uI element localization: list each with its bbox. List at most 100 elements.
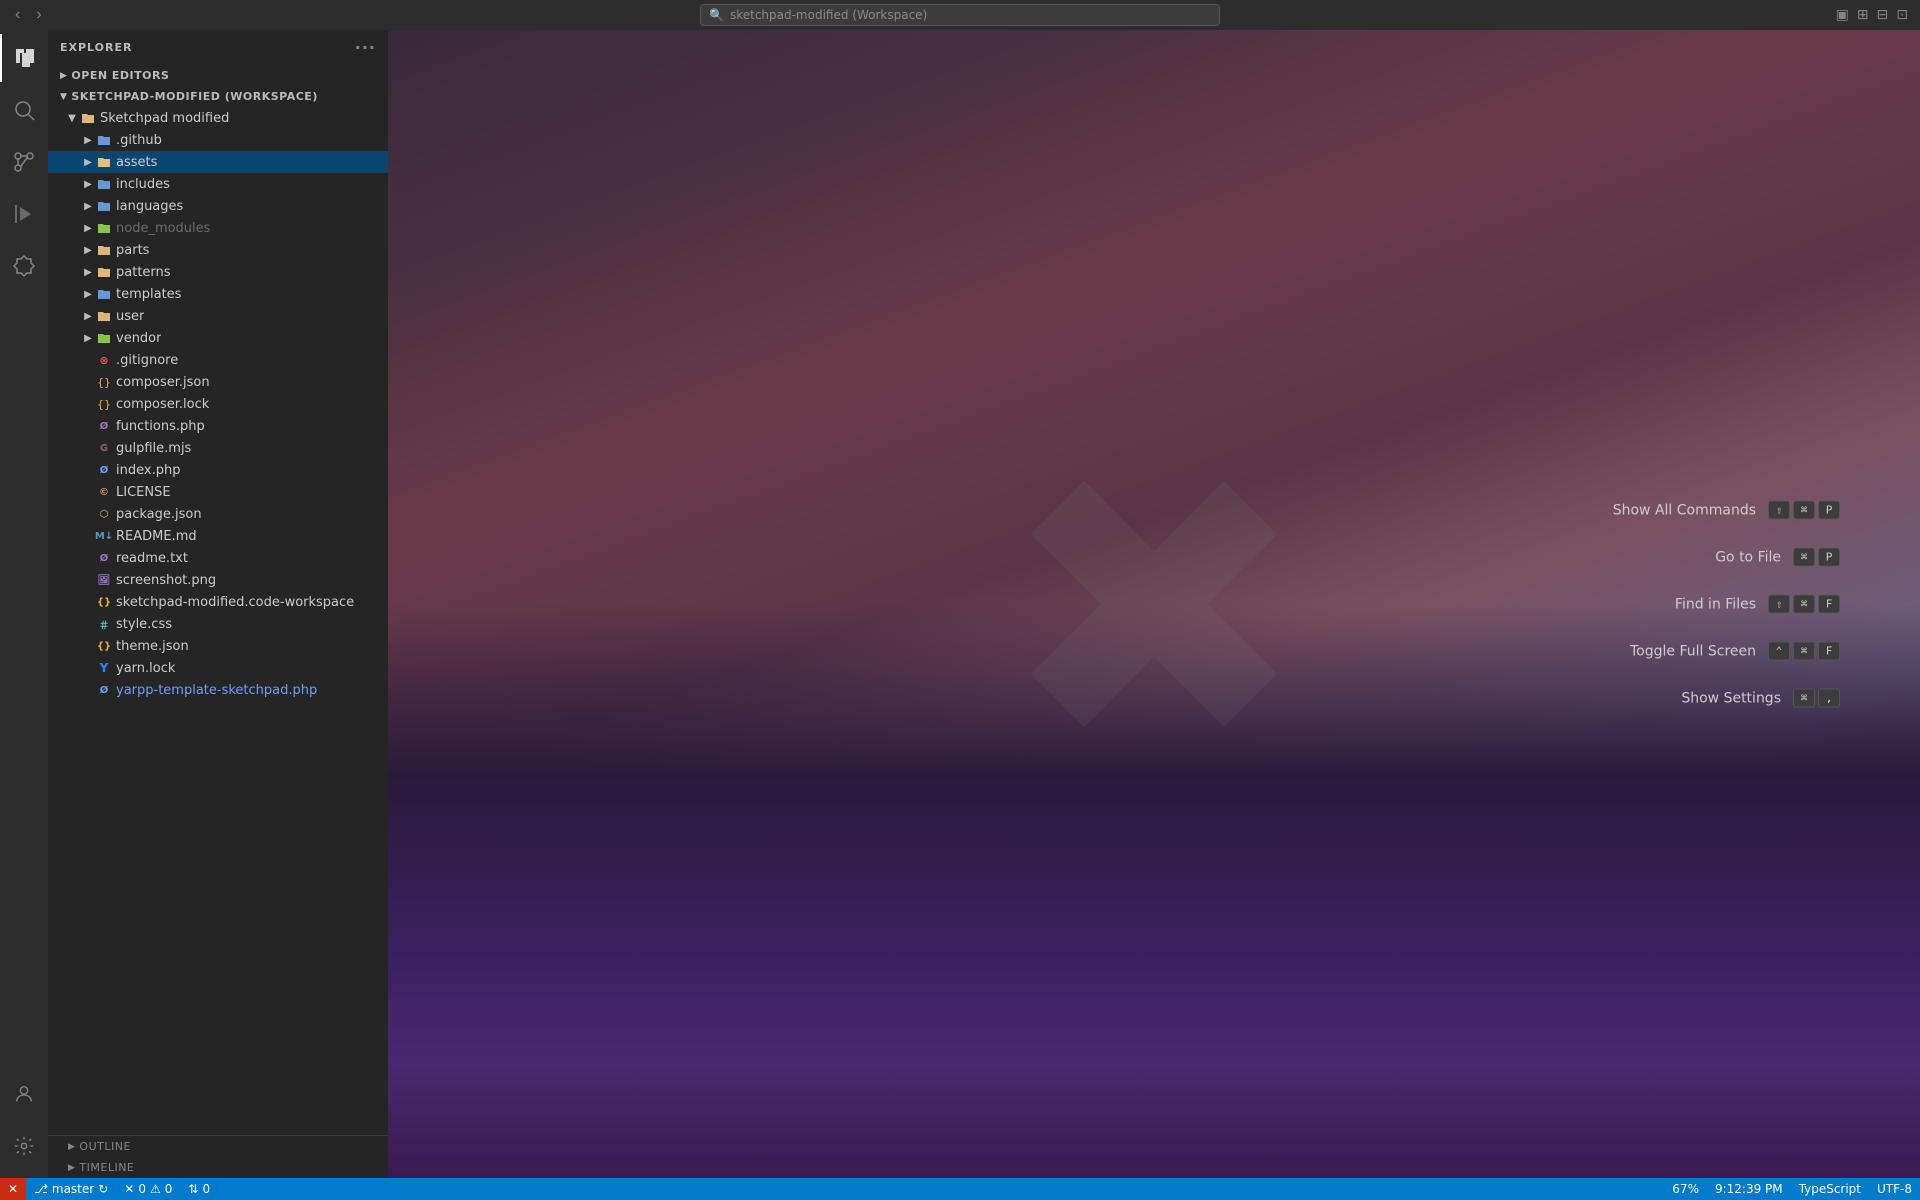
root-arrow: ▼ — [64, 113, 80, 124]
tree-item-package-json[interactable]: ▶ ⬡ package.json — [48, 503, 388, 525]
tree-item-workspace-file[interactable]: ▶ {} sketchpad-modified.code-workspace — [48, 591, 388, 613]
tree-item-vendor[interactable]: ▶ vendor — [48, 327, 388, 349]
readme-txt-icon: Ø — [96, 550, 112, 566]
composer-lock-label: composer.lock — [116, 397, 209, 412]
key-cmd-2: ⌘ — [1793, 548, 1815, 567]
statusbar-errors[interactable]: ✕ 0 ⚠ 0 — [116, 1178, 180, 1200]
activity-item-run[interactable] — [0, 190, 48, 238]
root-label: Sketchpad modified — [100, 111, 229, 126]
tree-item-languages[interactable]: ▶ languages — [48, 195, 388, 217]
workspace-file-label: sketchpad-modified.code-workspace — [116, 595, 354, 610]
tree-item-gitignore[interactable]: ▶ ⊗ .gitignore — [48, 349, 388, 371]
tree-item-index-php[interactable]: ▶ Ø index.php — [48, 459, 388, 481]
statusbar: ✕ ⎇ master ↻ ✕ 0 ⚠ 0 ⇅ 0 67% 9:12:39 PM … — [0, 1178, 1920, 1200]
error-icon: ✕ — [8, 1182, 18, 1196]
tree-item-node-modules[interactable]: ▶ node_modules — [48, 217, 388, 239]
sidebar-header-icons: ··· — [355, 38, 376, 57]
workspace-section[interactable]: ▼ Sketchpad-Modified (Workspace) — [48, 86, 388, 107]
open-editors-arrow: ▶ — [60, 71, 67, 81]
tree-root[interactable]: ▼ Sketchpad modified — [48, 107, 388, 129]
tree-item-composer-lock[interactable]: ▶ {} composer.lock — [48, 393, 388, 415]
user-label: user — [116, 309, 144, 324]
titlebar: ‹ › 🔍 sketchpad-modified (Workspace) ▣ ⊞… — [0, 0, 1920, 30]
key-cmd-3: ⌘ — [1793, 595, 1815, 614]
activity-item-extensions[interactable] — [0, 242, 48, 290]
tree-item-templates[interactable]: ▶ templates — [48, 283, 388, 305]
more-icon[interactable]: ··· — [355, 38, 376, 57]
index-php-icon: Ø — [96, 462, 112, 478]
sync-icon: ↻ — [98, 1182, 108, 1196]
workspace-file-icon: {} — [96, 594, 112, 610]
show-settings-keys: ⌘ , — [1793, 689, 1840, 708]
key-shift: ⇧ — [1768, 501, 1790, 520]
statusbar-zoom[interactable]: 67% — [1664, 1178, 1707, 1200]
outline-label: Outline — [79, 1140, 130, 1153]
activity-item-source-control[interactable] — [0, 138, 48, 186]
timeline-arrow: ▶ — [68, 1163, 75, 1173]
vendor-folder-icon — [96, 330, 112, 346]
vendor-label: vendor — [116, 331, 161, 346]
readme-md-icon: M↓ — [96, 528, 112, 544]
key-f: F — [1818, 595, 1840, 614]
tree-item-github[interactable]: ▶ .github — [48, 129, 388, 151]
forward-button[interactable]: › — [31, 4, 46, 26]
tree-item-screenshot[interactable]: ▶ 🖼 screenshot.png — [48, 569, 388, 591]
tree-item-style-css[interactable]: ▶ ＃ style.css — [48, 613, 388, 635]
tree-item-yarn-lock[interactable]: ▶ Y yarn.lock — [48, 657, 388, 679]
license-icon: © — [96, 484, 112, 500]
outline-panel[interactable]: ▶ Outline — [48, 1136, 388, 1157]
show-settings-label: Show Settings — [1681, 690, 1781, 706]
tree-item-license[interactable]: ▶ © LICENSE — [48, 481, 388, 503]
functions-php-label: functions.php — [116, 419, 205, 434]
tree-item-includes[interactable]: ▶ includes — [48, 173, 388, 195]
activity-item-accounts[interactable] — [0, 1070, 48, 1118]
show-settings: Show Settings ⌘ , — [1681, 689, 1840, 708]
titlebar-nav: ‹ › — [10, 4, 47, 26]
outline-arrow: ▶ — [68, 1142, 75, 1152]
activity-item-explorer[interactable] — [0, 34, 48, 82]
license-label: LICENSE — [116, 485, 171, 500]
warnings-icon: ⚠ — [150, 1182, 161, 1196]
statusbar-branch[interactable]: ⎇ master ↻ — [26, 1178, 116, 1200]
key-p-2: P — [1818, 548, 1840, 567]
tree-item-user[interactable]: ▶ user — [48, 305, 388, 327]
tree-item-readme-md[interactable]: ▶ M↓ README.md — [48, 525, 388, 547]
time-value: 9:12:39 PM — [1715, 1182, 1783, 1196]
titlebar-icons: ▣ ⊞ ⊟ ⊡ — [1836, 7, 1908, 23]
tree-item-composer-json[interactable]: ▶ {} composer.json — [48, 371, 388, 393]
layout-icon-1[interactable]: ▣ — [1836, 7, 1849, 23]
open-editors-section[interactable]: ▶ Open Editors — [48, 65, 388, 86]
statusbar-language[interactable]: TypeScript — [1791, 1178, 1869, 1200]
tree-item-theme-json[interactable]: ▶ {} theme.json — [48, 635, 388, 657]
vscode-logo — [1014, 464, 1294, 744]
back-button[interactable]: ‹ — [10, 4, 25, 26]
layout-icon-4[interactable]: ⊡ — [1896, 7, 1908, 23]
timeline-panel[interactable]: ▶ Timeline — [48, 1157, 388, 1178]
workspace-arrow: ▼ — [60, 92, 67, 102]
encoding-value: UTF-8 — [1877, 1182, 1912, 1196]
tree-item-assets[interactable]: ▶ assets — [48, 151, 388, 173]
tree-item-gulpfile[interactable]: ▶ G gulpfile.mjs — [48, 437, 388, 459]
layout-icon-2[interactable]: ⊞ — [1857, 7, 1869, 23]
includes-label: includes — [116, 177, 170, 192]
statusbar-encoding[interactable]: UTF-8 — [1869, 1178, 1920, 1200]
statusbar-remote[interactable]: ⇅ 0 — [180, 1178, 218, 1200]
tree-item-yarpp-php[interactable]: ▶ Ø yarpp-template-sketchpad.php — [48, 679, 388, 701]
templates-folder-icon — [96, 286, 112, 302]
style-css-icon: ＃ — [96, 616, 112, 632]
statusbar-left: ✕ ⎇ master ↻ ✕ 0 ⚠ 0 ⇅ 0 — [0, 1178, 218, 1200]
activity-item-settings[interactable] — [0, 1122, 48, 1170]
statusbar-time[interactable]: 9:12:39 PM — [1707, 1178, 1791, 1200]
layout-icon-3[interactable]: ⊟ — [1877, 7, 1889, 23]
find-in-files: Find in Files ⇧ ⌘ F — [1675, 595, 1840, 614]
tree-item-functions-php[interactable]: ▶ Ø functions.php — [48, 415, 388, 437]
titlebar-search[interactable]: 🔍 sketchpad-modified (Workspace) — [700, 4, 1220, 26]
activity-item-search[interactable] — [0, 86, 48, 134]
sidebar-title: Explorer — [60, 41, 132, 54]
tree-item-patterns[interactable]: ▶ patterns — [48, 261, 388, 283]
tree-item-readme-txt[interactable]: ▶ Ø readme.txt — [48, 547, 388, 569]
sidebar: Explorer ··· ▶ Open Editors ▼ Sketchpad-… — [48, 30, 388, 1178]
tree-item-parts[interactable]: ▶ parts — [48, 239, 388, 261]
statusbar-error-item[interactable]: ✕ — [0, 1178, 26, 1200]
show-all-commands-keys: ⇧ ⌘ P — [1768, 501, 1840, 520]
